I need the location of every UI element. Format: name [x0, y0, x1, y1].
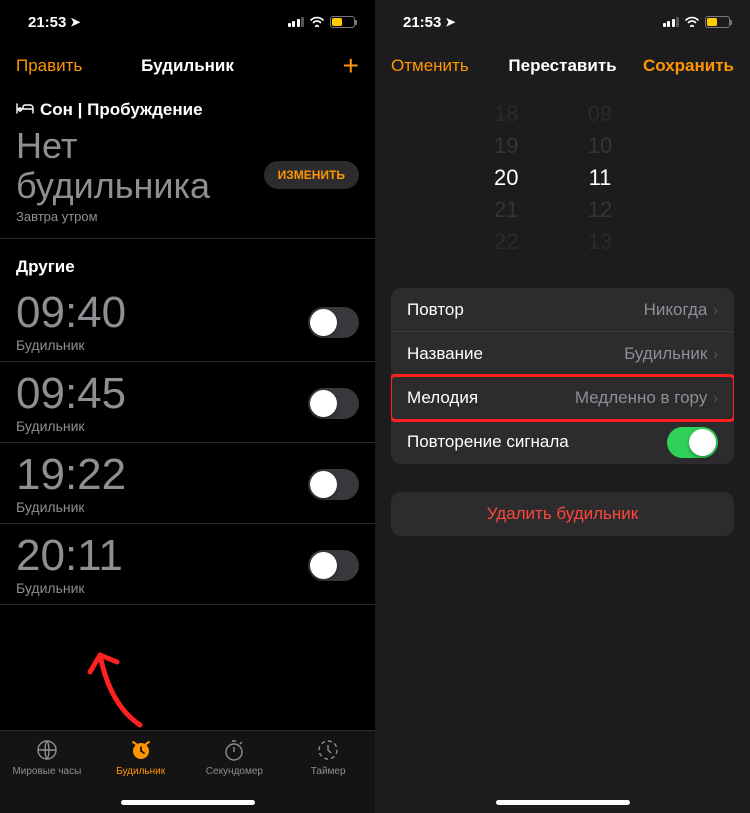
tab-label: Таймер	[311, 766, 346, 777]
location-icon: ➤	[445, 15, 455, 29]
setting-label: Повторение сигнала	[407, 432, 569, 452]
save-button[interactable]: Сохранить	[643, 56, 734, 76]
nav-bar: Править Будильник +	[0, 44, 375, 88]
picker-item[interactable]: 10	[588, 130, 612, 162]
alarm-label: Будильник	[16, 337, 126, 353]
alarm-toggle[interactable]	[308, 469, 359, 500]
status-time: 21:53	[28, 14, 66, 31]
delete-group: Удалить будильник	[391, 492, 734, 536]
status-bar: 21:53 ➤	[375, 0, 750, 44]
picker-item[interactable]: 08	[588, 88, 612, 98]
chevron-right-icon: ›	[713, 302, 718, 318]
picker-item[interactable]: 20	[494, 162, 518, 194]
others-header: Другие	[0, 239, 375, 281]
setting-label: Повтор	[407, 300, 464, 320]
picker-item[interactable]: 11	[589, 162, 612, 194]
bed-icon	[16, 102, 34, 118]
picker-item[interactable]: 13	[588, 226, 612, 258]
wifi-icon	[309, 15, 325, 30]
alarm-toggle[interactable]	[308, 307, 359, 338]
battery-icon	[330, 16, 355, 28]
tomorrow-label: Завтра утром	[16, 209, 264, 224]
delete-alarm-button[interactable]: Удалить будильник	[391, 492, 734, 536]
change-button[interactable]: ИЗМЕНИТЬ	[264, 161, 359, 189]
sleep-section-header: Сон | Пробуждение	[0, 88, 375, 124]
setting-label: Мелодия	[407, 388, 478, 408]
home-indicator[interactable]	[496, 800, 630, 805]
time-picker[interactable]: 17181920212223 08091011121314	[375, 88, 750, 268]
setting-value: Никогда ›	[644, 300, 718, 320]
setting-value: Будильник ›	[624, 344, 718, 364]
signal-icon	[288, 17, 305, 27]
alarm-icon	[129, 737, 153, 763]
tab-label: Мировые часы	[12, 766, 81, 777]
alarm-row[interactable]: 09:40 Будильник	[0, 281, 375, 362]
setting-row-повтор[interactable]: Повтор Никогда ›	[391, 288, 734, 332]
picker-hours[interactable]: 17181920212223	[494, 88, 518, 268]
picker-minutes[interactable]: 08091011121314	[588, 88, 612, 268]
picker-item[interactable]: 17	[494, 88, 518, 98]
tab-globe[interactable]: Мировые часы	[0, 737, 94, 813]
home-indicator[interactable]	[121, 800, 255, 805]
picker-item[interactable]: 09	[588, 98, 612, 130]
alarm-list: 09:40 Будильник 09:45 Будильник 19:22 Будильн…	[0, 281, 375, 605]
setting-label: Название	[407, 344, 483, 364]
edit-button[interactable]: Править	[16, 56, 82, 76]
battery-icon	[705, 16, 730, 28]
picker-item[interactable]: 12	[588, 194, 612, 226]
globe-icon	[35, 737, 59, 763]
no-alarm-text: Нет будильника	[16, 126, 264, 205]
timer-icon	[316, 737, 340, 763]
picker-item[interactable]: 19	[494, 130, 518, 162]
setting-row-мелодия[interactable]: Мелодия Медленно в гору ›	[391, 376, 734, 420]
stopwatch-icon	[222, 737, 246, 763]
wifi-icon	[684, 15, 700, 30]
alarm-toggle[interactable]	[308, 550, 359, 581]
modal-nav: Отменить Переставить Сохранить	[375, 44, 750, 88]
chevron-right-icon: ›	[713, 390, 718, 406]
cancel-button[interactable]: Отменить	[391, 56, 469, 76]
alarm-list-screen: 21:53 ➤ Править Будильник + Сон | Пробуж…	[0, 0, 375, 813]
alarm-toggle[interactable]	[308, 388, 359, 419]
add-alarm-button[interactable]: +	[343, 52, 359, 80]
alarm-time: 20:11	[16, 534, 123, 578]
modal-title: Переставить	[508, 56, 616, 76]
setting-value: Медленно в гору ›	[575, 388, 718, 408]
alarm-label: Будильник	[16, 499, 126, 515]
picker-item[interactable]: 18	[494, 98, 518, 130]
tab-timer[interactable]: Таймер	[281, 737, 375, 813]
alarm-label: Будильник	[16, 580, 123, 596]
tab-label: Секундомер	[206, 766, 263, 777]
settings-group: Повтор Никогда › Название Будильник › Мелоди…	[391, 288, 734, 464]
chevron-right-icon: ›	[713, 346, 718, 362]
tab-label: Будильник	[116, 766, 165, 777]
sleep-header-label: Сон | Пробуждение	[40, 100, 203, 120]
edit-alarm-screen: 21:53 ➤ Отменить Переставить Сохранить 1…	[375, 0, 750, 813]
alarm-row[interactable]: 19:22 Будильник	[0, 443, 375, 524]
snooze-toggle[interactable]	[667, 427, 718, 458]
setting-row-название[interactable]: Название Будильник ›	[391, 332, 734, 376]
alarm-row[interactable]: 09:45 Будильник	[0, 362, 375, 443]
status-time: 21:53	[403, 14, 441, 31]
picker-item[interactable]: 14	[588, 258, 612, 268]
alarm-time: 09:45	[16, 372, 126, 416]
signal-icon	[663, 17, 680, 27]
page-title: Будильник	[141, 56, 234, 76]
alarm-time: 09:40	[16, 291, 126, 335]
alarm-time: 19:22	[16, 453, 126, 497]
picker-item[interactable]: 22	[494, 226, 518, 258]
setting-row-повторение-сигнала[interactable]: Повторение сигнала	[391, 420, 734, 464]
picker-item[interactable]: 23	[494, 258, 518, 268]
tab-bar: Мировые часы Будильник Секундомер Таймер	[0, 730, 375, 813]
sleep-alarm-row[interactable]: Нет будильника Завтра утром ИЗМЕНИТЬ	[0, 124, 375, 239]
status-bar: 21:53 ➤	[0, 0, 375, 44]
alarm-label: Будильник	[16, 418, 126, 434]
annotation-arrow	[85, 640, 165, 730]
alarm-row[interactable]: 20:11 Будильник	[0, 524, 375, 605]
location-icon: ➤	[70, 15, 80, 29]
picker-item[interactable]: 21	[494, 194, 518, 226]
